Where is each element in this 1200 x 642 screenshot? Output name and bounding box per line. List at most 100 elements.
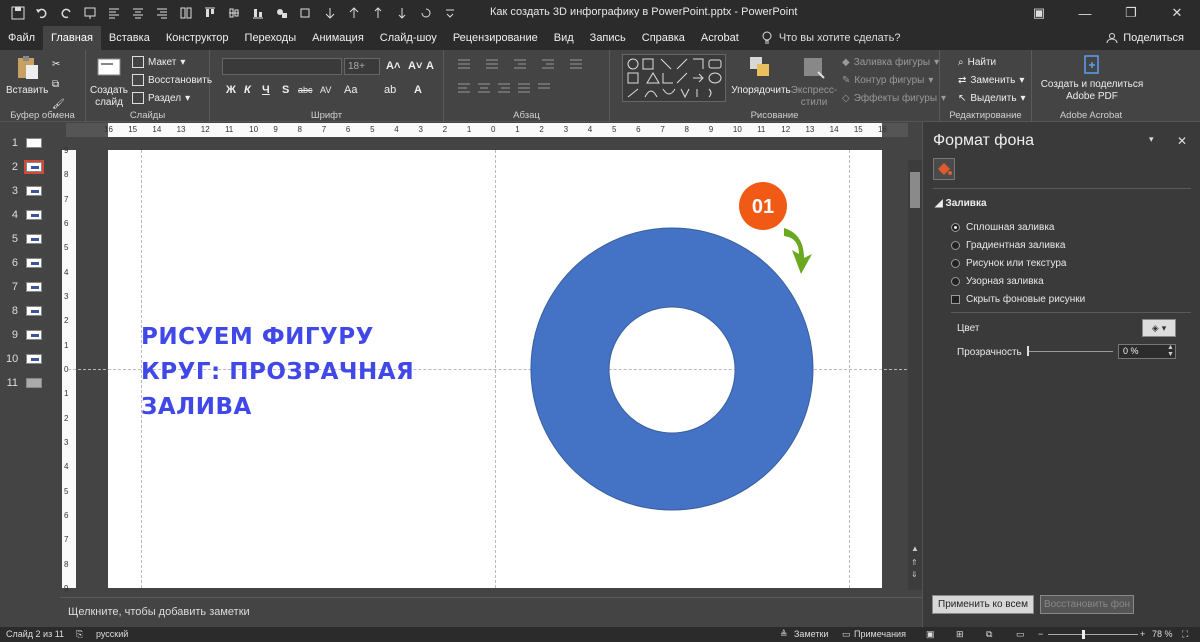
cut-icon[interactable]: ✂ xyxy=(52,56,60,72)
zoom-slider-handle[interactable] xyxy=(1082,630,1085,639)
align-center-icon[interactable] xyxy=(128,3,148,23)
strikethrough-button[interactable]: abc xyxy=(298,85,313,95)
fill-tab[interactable] xyxy=(933,158,955,180)
fill-section-header[interactable]: ◢ Заливка xyxy=(935,198,987,209)
slideshow-view-icon[interactable]: ▭ xyxy=(1016,629,1025,640)
zoom-out-icon[interactable]: − xyxy=(1038,629,1043,639)
shapes-gallery[interactable] xyxy=(622,54,726,102)
normal-view-icon[interactable]: ▣ xyxy=(926,629,935,640)
create-share-pdf-button[interactable]: Создать и поделиться Adobe PDF xyxy=(1040,54,1144,103)
tab-animations[interactable]: Анимация xyxy=(304,26,372,50)
spin-arrows-icon[interactable]: ▲ ▼ xyxy=(1167,344,1174,358)
close-button[interactable]: ✕ xyxy=(1154,0,1200,26)
slide[interactable]: РИСУЕМ ФИГУРУ КРУГ: ПРОЗРАЧНАЯ ЗАЛИВА 01 xyxy=(68,150,922,588)
font-size-combo[interactable]: 18+ xyxy=(344,58,380,75)
font-color-icon[interactable]: A xyxy=(414,84,422,96)
tab-insert[interactable]: Вставка xyxy=(101,26,158,50)
font-name-combo[interactable] xyxy=(222,58,342,75)
undo-icon[interactable] xyxy=(32,3,52,23)
tab-home[interactable]: Главная xyxy=(43,26,101,50)
new-slide-button[interactable]: Создать слайд xyxy=(90,54,128,109)
zoom-in-icon[interactable]: + xyxy=(1140,629,1145,639)
paste-button[interactable]: Вставить xyxy=(6,54,48,97)
tab-design[interactable]: Конструктор xyxy=(158,26,237,50)
vertical-scrollbar[interactable]: ▲ ⇑ ⇓ xyxy=(908,160,922,590)
arrow-up-icon[interactable] xyxy=(344,3,364,23)
scroll-up-icon[interactable]: ▲ xyxy=(911,544,919,553)
redo-icon[interactable] xyxy=(56,3,76,23)
thumbnail-8[interactable]: 8 xyxy=(6,302,54,320)
thumbnail-7[interactable]: 7 xyxy=(6,278,54,296)
language-indicator[interactable]: русский xyxy=(96,629,128,639)
align-bottom-icon[interactable] xyxy=(248,3,268,23)
tab-slideshow[interactable]: Слайд-шоу xyxy=(372,26,445,50)
tab-help[interactable]: Справка xyxy=(634,26,693,50)
bring-forward-icon[interactable] xyxy=(368,3,388,23)
prev-slide-icon[interactable]: ⇑ xyxy=(911,558,918,567)
distribute-icon[interactable] xyxy=(176,3,196,23)
paragraph-controls-icon[interactable] xyxy=(456,56,596,100)
reading-view-icon[interactable]: ⧉ xyxy=(986,629,992,640)
notes-pane[interactable]: Щелкните, чтобы добавить заметки xyxy=(60,597,922,627)
spellcheck-icon[interactable]: ⎘ xyxy=(76,629,83,640)
shrink-font-icon[interactable]: A˅ xyxy=(408,60,422,72)
zoom-level[interactable]: 78 % xyxy=(1152,629,1173,639)
align-top-icon[interactable] xyxy=(200,3,220,23)
change-case-button[interactable]: Aa xyxy=(344,84,357,96)
highlight-icon[interactable]: ab xyxy=(384,84,396,96)
notes-toggle[interactable]: Заметки xyxy=(794,629,828,639)
thumbnail-11[interactable]: 11 xyxy=(6,374,54,392)
tab-record[interactable]: Запись xyxy=(582,26,634,50)
thumbnail-1[interactable]: 1 xyxy=(6,134,54,152)
option-hide-background[interactable]: Скрыть фоновые рисунки xyxy=(951,294,1085,305)
arrow-down-icon[interactable] xyxy=(320,3,340,23)
pane-close-icon[interactable]: ✕ xyxy=(1177,134,1187,148)
thumbnail-3[interactable]: 3 xyxy=(6,182,54,200)
pane-options-icon[interactable]: ▾ xyxy=(1149,134,1154,145)
transparency-slider-track[interactable] xyxy=(1027,351,1113,352)
tab-file[interactable]: Файл xyxy=(0,26,43,50)
checkbox-hide-background[interactable] xyxy=(951,295,960,304)
option-picture-fill[interactable]: Рисунок или текстура xyxy=(951,258,1067,269)
thumbnail-5[interactable]: 5 xyxy=(6,230,54,248)
grow-font-icon[interactable]: A˄ xyxy=(386,60,400,72)
tab-review[interactable]: Рецензирование xyxy=(445,26,546,50)
shape-outline-button[interactable]: ✎ Контур фигуры ▾ xyxy=(842,72,933,88)
radio-pattern-fill[interactable] xyxy=(951,277,960,286)
layout-button[interactable]: Макет ▾ xyxy=(132,54,185,70)
scrollbar-thumb[interactable] xyxy=(910,172,920,208)
notes-toggle-icon[interactable]: ≜ xyxy=(780,629,788,640)
comments-icon[interactable]: ▭ xyxy=(842,629,851,640)
align-left-icon[interactable] xyxy=(104,3,124,23)
clear-format-icon[interactable]: A xyxy=(426,60,434,72)
color-picker-button[interactable]: ◈ ▾ xyxy=(1142,319,1176,337)
thumbnail-2[interactable]: 2 xyxy=(6,158,54,176)
select-button[interactable]: ↖ Выделить ▾ xyxy=(958,90,1026,106)
shape-fill-button[interactable]: ◆ Заливка фигуры ▾ xyxy=(842,54,939,70)
italic-button[interactable]: К xyxy=(244,84,251,96)
underline-button[interactable]: Ч xyxy=(262,84,270,96)
thumbnail-9[interactable]: 9 xyxy=(6,326,54,344)
align-right-icon[interactable] xyxy=(152,3,172,23)
slide-sorter-icon[interactable]: ⊞ xyxy=(956,629,964,640)
restore-button[interactable]: ❐ xyxy=(1108,0,1154,26)
ribbon-display-icon[interactable]: ▣ xyxy=(1016,0,1062,26)
reset-button[interactable]: Восстановить xyxy=(132,72,212,88)
shadow-button[interactable]: S xyxy=(282,84,289,96)
arrange-button[interactable]: Упорядочить xyxy=(731,54,791,97)
option-gradient-fill[interactable]: Градиентная заливка xyxy=(951,240,1065,251)
send-backward-icon[interactable] xyxy=(392,3,412,23)
bold-button[interactable]: Ж xyxy=(226,84,236,96)
minimize-button[interactable]: — xyxy=(1062,0,1108,26)
shapes-icon[interactable] xyxy=(272,3,292,23)
char-spacing-button[interactable]: AV xyxy=(320,85,331,95)
zoom-slider-track[interactable] xyxy=(1048,634,1138,635)
section-button[interactable]: Раздел ▾ xyxy=(132,90,190,106)
quick-styles-button[interactable]: Экспресс-стили xyxy=(790,54,838,109)
rotate-icon[interactable] xyxy=(416,3,436,23)
tab-view[interactable]: Вид xyxy=(546,26,582,50)
next-slide-icon[interactable]: ⇓ xyxy=(911,570,918,579)
radio-picture-fill[interactable] xyxy=(951,259,960,268)
customize-qat-icon[interactable] xyxy=(440,3,460,23)
shape-effects-button[interactable]: ◇ Эффекты фигуры ▾ xyxy=(842,90,946,106)
